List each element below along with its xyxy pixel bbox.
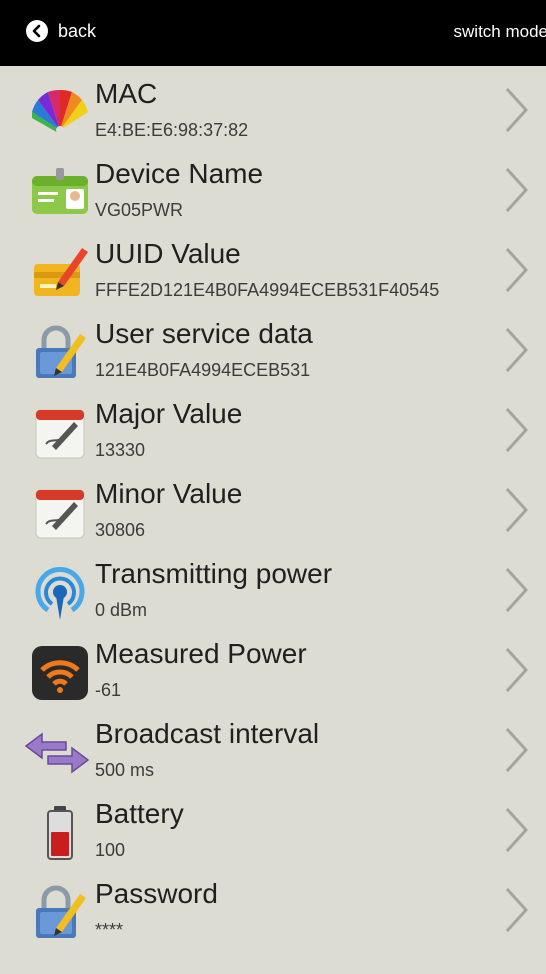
chevron-right-icon <box>504 166 530 214</box>
calendar-pencil-icon <box>30 402 90 462</box>
wifi-icon <box>30 642 90 702</box>
chevron-right-icon <box>504 566 530 614</box>
list-item-uuid[interactable]: UUID Value FFFE2D121E4B0FA4994ECEB531F40… <box>0 230 546 310</box>
switch-mode-button[interactable]: switch mode <box>454 22 546 42</box>
double-arrow-icon <box>24 722 90 782</box>
lock-pencil-icon <box>30 322 90 382</box>
back-label: back <box>58 20 97 41</box>
top-bar: back switch mode <box>0 0 546 66</box>
item-value: 100 <box>95 840 126 860</box>
item-value: 500 ms <box>95 760 155 780</box>
list-item-measured-power[interactable]: Measured Power -61 <box>0 630 546 710</box>
list-item-transmitting-power[interactable]: Transmitting power 0 dBm <box>0 550 546 630</box>
card-pencil-icon <box>30 242 90 302</box>
item-value: FFFE2D121E4B0FA4994ECEB531F40545 <box>95 280 440 300</box>
list-item-minor-value[interactable]: Minor Value 30806 <box>0 470 546 550</box>
battery-icon <box>30 802 90 862</box>
chevron-right-icon <box>504 246 530 294</box>
item-title: Measured Power <box>95 638 307 669</box>
item-title: Device Name <box>95 158 264 189</box>
chevron-right-icon <box>504 326 530 374</box>
item-value: **** <box>95 920 124 940</box>
chevron-right-icon <box>504 646 530 694</box>
item-value: 0 dBm <box>95 600 148 620</box>
color-fan-icon <box>30 82 90 142</box>
item-title: User service data <box>95 318 313 349</box>
list-item-major-value[interactable]: Major Value 13330 <box>0 390 546 470</box>
item-title: Broadcast interval <box>95 718 320 749</box>
item-title: Battery <box>95 798 184 829</box>
list-item-mac[interactable]: MAC E4:BE:E6:98:37:82 <box>0 70 546 150</box>
list-item-device-name[interactable]: Device Name VG05PWR <box>0 150 546 230</box>
item-title: Minor Value <box>95 478 243 509</box>
item-title: Major Value <box>95 398 243 429</box>
id-card-icon <box>30 162 90 222</box>
item-value: VG05PWR <box>95 200 184 220</box>
chevron-right-icon <box>504 806 530 854</box>
chevron-left-icon <box>26 20 48 42</box>
settings-list: MAC E4:BE:E6:98:37:82 Device Name VG05PW… <box>0 70 546 950</box>
chevron-right-icon <box>504 886 530 934</box>
item-value: 30806 <box>95 520 146 540</box>
item-value: 13330 <box>95 440 146 460</box>
item-value: -61 <box>95 680 122 700</box>
item-value: 121E4B0FA4994ECEB531 <box>95 360 311 380</box>
list-item-user-service-data[interactable]: User service data 121E4B0FA4994ECEB531 <box>0 310 546 390</box>
item-title: MAC <box>95 78 158 109</box>
item-title: UUID Value <box>95 238 241 269</box>
item-title: Transmitting power <box>95 558 333 589</box>
chevron-right-icon <box>504 486 530 534</box>
chevron-right-icon <box>504 86 530 134</box>
signal-pin-icon <box>30 562 90 622</box>
chevron-right-icon <box>504 406 530 454</box>
chevron-right-icon <box>504 726 530 774</box>
lock-pencil-icon <box>30 882 90 942</box>
list-item-broadcast-interval[interactable]: Broadcast interval 500 ms <box>0 710 546 790</box>
back-button[interactable]: back <box>26 20 96 42</box>
item-value: E4:BE:E6:98:37:82 <box>95 120 249 140</box>
calendar-pencil-icon <box>30 482 90 542</box>
list-item-battery[interactable]: Battery 100 <box>0 790 546 870</box>
list-item-password[interactable]: Password **** <box>0 870 546 950</box>
item-title: Password <box>95 878 218 909</box>
